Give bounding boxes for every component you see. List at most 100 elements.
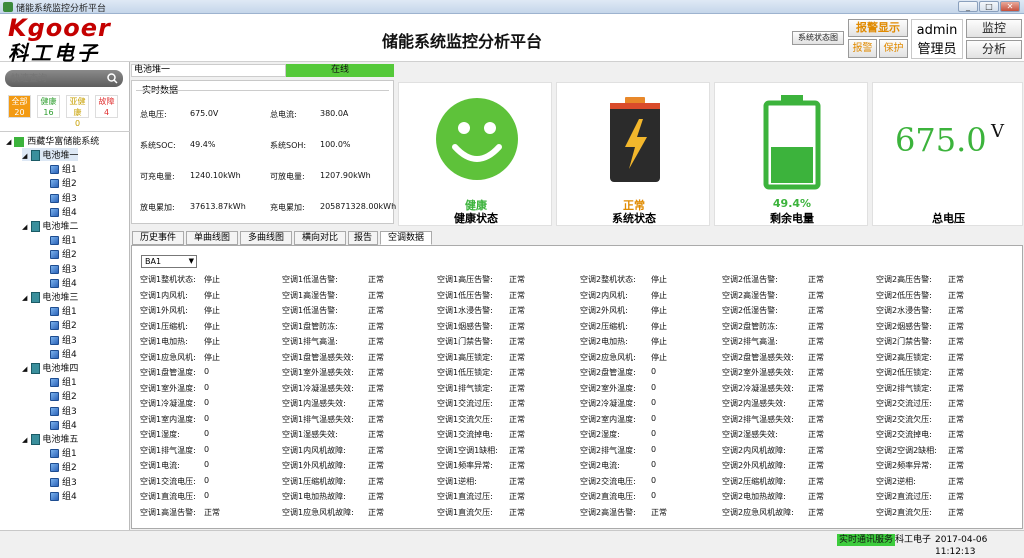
service-status: 实时通讯服务 — [837, 534, 896, 546]
ac-field-value: 正常 — [948, 275, 964, 284]
ac-field-value: 正常 — [808, 430, 824, 439]
ac-field-label: 空调1室外温度: — [140, 383, 196, 393]
tree-stack[interactable]: ◢ 电池堆一 — [22, 148, 79, 161]
tree-stack[interactable]: ◢ 电池堆三 — [22, 290, 78, 303]
tree-stack[interactable]: ◢ 电池堆四 — [22, 361, 78, 374]
tree-root[interactable]: ◢ 西藏华富储能系统 — [6, 134, 99, 147]
battery-cell-icon — [50, 349, 59, 359]
tree-group[interactable]: 组3 — [50, 262, 77, 275]
alarm-display-button[interactable]: 报警显示 — [848, 19, 908, 37]
stat-3[interactable]: 故障 4 — [95, 95, 118, 118]
ac-field-label: 空调1外风机: — [140, 306, 188, 315]
search-icon[interactable] — [107, 73, 118, 84]
close-button[interactable]: ✕ — [1000, 1, 1020, 12]
tree-group[interactable]: 组3 — [50, 404, 77, 417]
ac-field-value: 正常 — [948, 461, 964, 470]
stat-1[interactable]: 健康 16 — [37, 95, 60, 118]
battery-cell-icon — [50, 321, 59, 331]
battery-pack-icon — [31, 363, 41, 374]
tree-stack[interactable]: ◢ 电池堆五 — [22, 432, 78, 445]
tree-group[interactable]: 组1 — [50, 162, 77, 175]
tree-stack-label: 电池堆三 — [42, 293, 79, 303]
search-input[interactable] — [11, 72, 103, 85]
ac-field-value: 正常 — [368, 383, 384, 393]
maximize-button[interactable]: □ — [979, 1, 999, 12]
ac-field-label: 空调2频率异常: — [876, 461, 932, 470]
tree-group[interactable]: 组2 — [50, 389, 77, 402]
tree-group[interactable]: 组3 — [50, 333, 77, 346]
monitor-button[interactable]: 监控 — [966, 19, 1022, 38]
tab-4[interactable]: 报告 — [348, 231, 378, 245]
ac-field-label: 空调2外风机: — [580, 306, 628, 315]
ac-unit-select[interactable]: BA1 ▼ — [141, 255, 197, 268]
battery-cell-icon — [50, 179, 59, 189]
tree-group[interactable]: 组4 — [50, 489, 77, 502]
system-status-map-button[interactable]: 系统状态图 — [792, 31, 844, 45]
tree-group[interactable]: 组3 — [50, 475, 77, 488]
ac-field-label: 空调1室外温感失效: — [282, 368, 354, 377]
ac-field-label: 空调2排气温感失效: — [722, 414, 794, 424]
ac-field-value: 正常 — [509, 461, 525, 470]
status-datetime: 2017-04-06 11:12:13 — [935, 535, 988, 557]
tree-stack[interactable]: ◢ 电池堆二 — [22, 219, 78, 232]
tab-1[interactable]: 单曲线图 — [186, 231, 238, 245]
ac-field-value: 正常 — [368, 275, 384, 284]
ac-field-label: 空调2直流欠压: — [876, 507, 932, 517]
tree-group[interactable]: 组3 — [50, 191, 77, 204]
tree-group[interactable]: 组1 — [50, 233, 77, 246]
ac-field-label: 空调1盘管防冻: — [282, 321, 338, 331]
ac-field-label: 空调1盘管温感失效: — [282, 352, 354, 362]
tree-group[interactable]: 组2 — [50, 176, 77, 189]
ac-field-value: 0 — [204, 491, 210, 500]
tree-group[interactable]: 组4 — [50, 276, 77, 289]
protect-button[interactable]: 保护 — [879, 39, 908, 58]
tree-group[interactable]: 组1 — [50, 304, 77, 317]
expand-triangle-icon[interactable]: ◢ — [22, 365, 27, 373]
ac-field-label: 空调2内风机故障: — [722, 445, 786, 455]
ac-field-value: 正常 — [808, 414, 824, 424]
ac-field-label: 空调2冷凝温度: — [580, 399, 636, 408]
realtime-value: 1240.10kWh — [190, 171, 241, 180]
tree-group[interactable]: 组4 — [50, 418, 77, 431]
tree-group[interactable]: 组4 — [50, 205, 77, 218]
tree-group[interactable]: 组1 — [50, 375, 77, 388]
ac-field-value: 正常 — [948, 368, 964, 377]
tree-group[interactable]: 组4 — [50, 347, 77, 360]
ac-field-value: 停止 — [651, 275, 667, 284]
expand-triangle-icon[interactable]: ◢ — [22, 152, 27, 160]
tab-2[interactable]: 多曲线图 — [240, 231, 292, 245]
tree-group[interactable]: 组2 — [50, 318, 77, 331]
health-card: 健康 健康状态 — [398, 82, 552, 226]
alarm-button[interactable]: 报警 — [848, 39, 877, 58]
ac-field-label: 空调2湿度: — [580, 430, 620, 439]
ac-field-value: 停止 — [651, 306, 667, 315]
battery-cell-icon — [50, 307, 59, 317]
ac-field-label: 空调2湿感失效: — [722, 430, 778, 439]
ac-field-value: 0 — [651, 413, 657, 423]
stat-0[interactable]: 全部 20 — [8, 95, 31, 118]
ac-field-value: 0 — [204, 382, 210, 392]
user-panel[interactable]: admin 管理员 — [911, 19, 963, 59]
ac-field-label: 空调1电加热故障: — [282, 492, 346, 501]
tab-5[interactable]: 空调数据 — [380, 231, 432, 245]
app-icon — [3, 2, 13, 12]
ac-field-label: 空调1交流掉电: — [437, 430, 493, 439]
minimize-button[interactable]: _ — [958, 1, 978, 12]
ac-field-value: 0 — [651, 491, 657, 500]
analysis-button[interactable]: 分析 — [966, 40, 1022, 59]
tree-group[interactable]: 组2 — [50, 247, 77, 260]
expand-triangle-icon[interactable]: ◢ — [22, 436, 27, 444]
search-box[interactable] — [5, 70, 123, 87]
expand-triangle-icon[interactable]: ◢ — [22, 223, 27, 231]
device-tree: ◢ 西藏华富储能系统 ◢ 电池堆一 组1 组2 组3 组4 ◢ 电池堆二 组1 组2 组3 组4 ◢ 电池堆… — [0, 134, 130, 524]
ac-field-label: 空调1压缩机故障: — [282, 476, 346, 486]
tab-0[interactable]: 历史事件 — [132, 231, 184, 245]
expand-triangle-icon[interactable]: ◢ — [22, 294, 27, 302]
realtime-value: 675.0V — [190, 109, 219, 118]
stat-2[interactable]: 亚健康 0 — [66, 95, 89, 128]
tree-group[interactable]: 组2 — [50, 460, 77, 473]
tree-group[interactable]: 组1 — [50, 446, 77, 459]
ac-unit-select-value: BA1 — [145, 257, 162, 266]
tab-3[interactable]: 横向对比 — [294, 231, 346, 245]
battery-cell-icon — [50, 420, 59, 430]
